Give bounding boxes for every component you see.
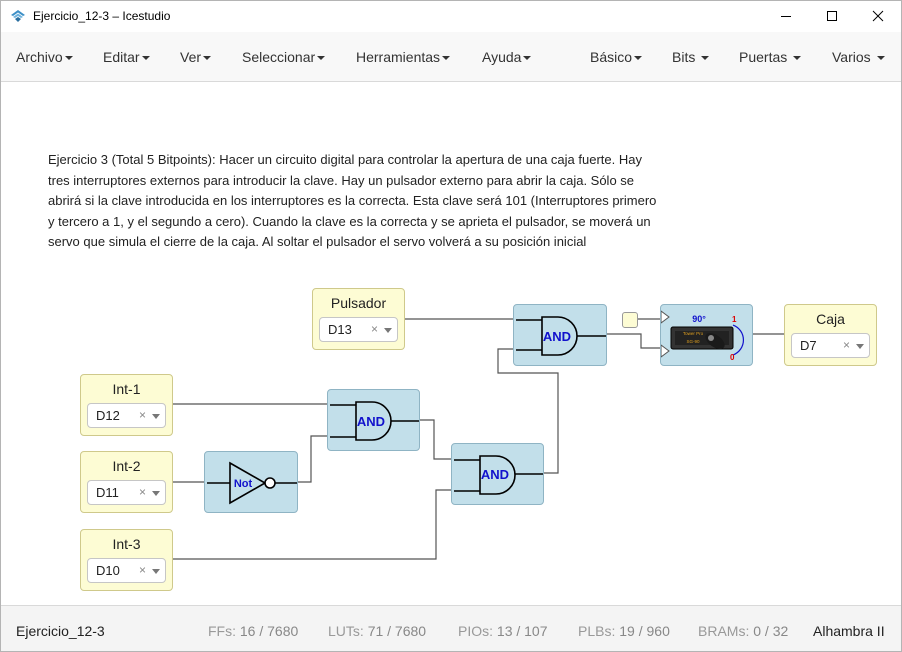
output-block-caja[interactable]: Caja D7 × (784, 304, 877, 366)
chevron-down-icon (523, 56, 532, 61)
servo-block[interactable]: 90° Tower Pro SG-90 1 0 (660, 304, 753, 366)
clear-icon[interactable]: × (139, 485, 146, 499)
chevron-down-icon (141, 56, 150, 61)
input-block-int-1[interactable]: Int-1 D12 × (80, 374, 173, 436)
chevron-down-icon[interactable] (856, 344, 864, 349)
window-title: Ejercicio_12-3 – Icestudio (33, 9, 171, 23)
pin-value: D12 (96, 408, 120, 423)
clear-icon[interactable]: × (371, 322, 378, 336)
and-gate-icon: AND (454, 455, 543, 495)
pin-select[interactable]: D7 × (791, 333, 870, 358)
menu-archivo[interactable]: Archivo (16, 49, 73, 65)
chevron-down-icon[interactable] (152, 491, 160, 496)
wire-not-and2 (297, 435, 327, 483)
menu-varios[interactable]: Varios (832, 49, 885, 65)
chevron-down-icon[interactable] (384, 328, 392, 333)
menu-herramientas[interactable]: Herramientas (356, 49, 451, 65)
info-line: abrirá si la clave introducida en los in… (48, 193, 657, 208)
chevron-down-icon (442, 56, 451, 61)
svg-text:Tower Pro: Tower Pro (683, 331, 704, 336)
info-line: tres interruptores externos para introdu… (48, 172, 635, 188)
minimize-icon (781, 16, 791, 17)
maximize-icon (827, 11, 837, 21)
and-gate-3[interactable]: AND (451, 443, 544, 505)
info-text-block[interactable]: Ejercicio 3 (Total 5 Bitpoints): Hacer u… (48, 150, 688, 253)
menu-editar[interactable]: Editar (103, 49, 150, 65)
clear-icon[interactable]: × (139, 563, 146, 577)
ffs-stat: FFs: 16 / 7680 (208, 623, 299, 639)
pin-select[interactable]: D11 × (87, 480, 166, 505)
pin-value: D10 (96, 563, 120, 578)
menu-ayuda[interactable]: Ayuda (482, 49, 532, 65)
block-label: Int-2 (112, 458, 141, 474)
svg-text:Not: Not (234, 478, 253, 490)
plbs-stat: PLBs: 19 / 960 (578, 623, 670, 639)
servo-parameter-box[interactable] (622, 312, 638, 328)
menu-puertas[interactable]: Puertas (739, 49, 802, 65)
block-label: Caja (816, 311, 845, 327)
wire-and2-and3 (419, 419, 451, 460)
block-label: Pulsador (330, 295, 387, 311)
chevron-down-icon (64, 56, 73, 61)
status-bar: Ejercicio_12-3 FFs: 16 / 7680 LUTs: 71 /… (1, 605, 901, 651)
svg-text:AND: AND (357, 414, 385, 429)
svg-text:AND: AND (543, 329, 571, 344)
and-gate-1[interactable]: AND (513, 304, 607, 366)
input-block-int-3[interactable]: Int-3 D10 × (80, 529, 173, 591)
servo-icon: 90° Tower Pro SG-90 1 0 (660, 310, 745, 362)
not-gate[interactable]: Not (204, 451, 298, 513)
and-gate-icon: AND (330, 401, 419, 441)
svg-text:AND: AND (481, 467, 509, 482)
pin-value: D13 (328, 322, 352, 337)
chevron-down-icon (701, 56, 710, 61)
and-gate-icon: AND (516, 316, 606, 356)
pin-select[interactable]: D12 × (87, 403, 166, 428)
pin-select[interactable]: D10 × (87, 558, 166, 583)
menu-basico[interactable]: Básico (590, 49, 643, 65)
icestudio-logo-icon (11, 10, 25, 22)
close-icon (872, 10, 884, 22)
chevron-down-icon (793, 56, 802, 61)
project-name: Ejercicio_12-3 (16, 623, 105, 639)
pin-value: D11 (96, 485, 119, 500)
menu-ver[interactable]: Ver (180, 49, 212, 65)
chevron-down-icon (876, 56, 885, 61)
title-bar: Ejercicio_12-3 – Icestudio (1, 1, 901, 32)
board-name[interactable]: Alhambra II (813, 623, 885, 639)
chevron-down-icon[interactable] (152, 569, 160, 574)
clear-icon[interactable]: × (843, 338, 850, 352)
block-label: Int-1 (112, 381, 141, 397)
luts-stat: LUTs: 71 / 7680 (328, 623, 427, 639)
icestudio-window: Ejercicio_12-3 – Icestudio Archivo Edita… (0, 0, 902, 652)
pios-stat: PIOs: 13 / 107 (458, 623, 548, 639)
close-button[interactable] (855, 1, 901, 32)
menu-bar: Archivo Editar Ver Seleccionar Herramien… (1, 32, 901, 82)
chevron-down-icon (317, 56, 326, 61)
block-label: Int-3 (112, 536, 141, 552)
not-gate-icon: Not (207, 461, 297, 505)
chevron-down-icon (203, 56, 212, 61)
clear-icon[interactable]: × (139, 408, 146, 422)
chevron-down-icon (634, 56, 643, 61)
minimize-button[interactable] (763, 1, 809, 32)
pin-value: D7 (800, 338, 817, 353)
and-gate-2[interactable]: AND (327, 389, 420, 451)
maximize-button[interactable] (809, 1, 855, 32)
svg-text:SG-90: SG-90 (686, 339, 700, 344)
brams-stat: BRAMs: 0 / 32 (698, 623, 789, 639)
info-line: y tercero a 1, y el segundo a cero). Cua… (48, 213, 651, 229)
svg-text:1: 1 (732, 315, 737, 324)
input-block-pulsador[interactable]: Pulsador D13 × (312, 288, 405, 350)
menu-bits[interactable]: Bits (672, 49, 710, 65)
svg-text:0: 0 (730, 353, 735, 362)
wire-and1-servo (606, 333, 660, 349)
info-line: servo que simula el cierre de la caja. A… (48, 234, 587, 249)
input-block-int-2[interactable]: Int-2 D11 × (80, 451, 173, 513)
info-line: Ejercicio 3 (Total 5 Bitpoints): Hacer u… (48, 152, 642, 167)
svg-text:90°: 90° (692, 314, 706, 324)
menu-seleccionar[interactable]: Seleccionar (242, 49, 326, 65)
chevron-down-icon[interactable] (152, 414, 160, 419)
design-canvas[interactable]: Ejercicio 3 (Total 5 Bitpoints): Hacer u… (1, 83, 901, 605)
pin-select[interactable]: D13 × (319, 317, 398, 342)
